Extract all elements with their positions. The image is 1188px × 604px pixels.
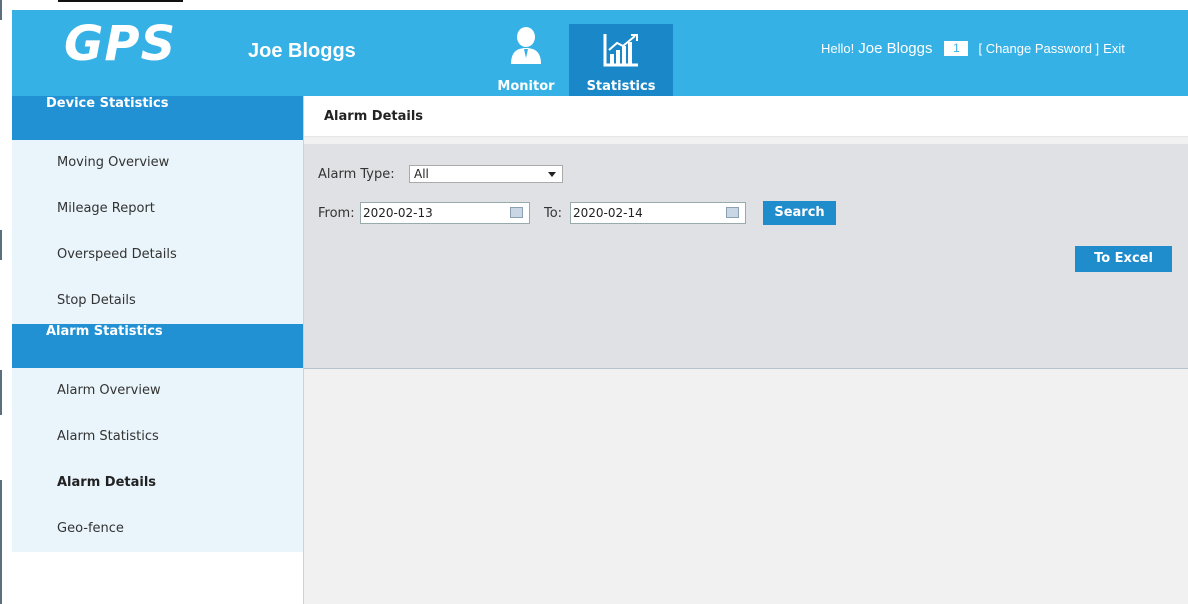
calendar-icon[interactable] [726,207,739,218]
sidebar-item-alarm-overview[interactable]: Alarm Overview [12,368,303,414]
sidebar-item-stop-details[interactable]: Stop Details [12,278,303,324]
main-content: Alarm Details Alarm Type: All From: 2020… [304,96,1188,604]
message-count-badge[interactable]: 1 [944,41,969,56]
to-date-value: 2020-02-14 [573,206,643,220]
logo: GPS [64,16,177,72]
alarm-type-label: Alarm Type: [318,167,395,182]
from-label: From: [318,206,355,221]
greeting-prefix: Hello! [821,41,855,56]
calendar-icon[interactable] [510,207,523,218]
nav-monitor-label: Monitor [497,79,555,94]
sidebar-item-mileage-report[interactable]: Mileage Report [12,186,303,232]
sidebar-item-alarm-statistics[interactable]: Alarm Statistics [12,414,303,460]
to-label: To: [544,206,563,221]
filter-panel: Alarm Type: All From: 2020-02-13 To: 202… [304,144,1188,369]
change-password-link[interactable]: [ Change Password ] [978,41,1099,56]
sidebar-item-overspeed-details[interactable]: Overspeed Details [12,232,303,278]
sidebar-item-moving-overview[interactable]: Moving Overview [12,140,303,186]
sidebar-item-geo-fence[interactable]: Geo-fence [12,506,303,552]
sidebar-heading-alarm-statistics[interactable]: Alarm Statistics [12,324,303,368]
greeting-name: Joe Bloggs [858,40,933,57]
nav-statistics-label: Statistics [586,79,656,94]
user-icon [511,27,541,64]
user-display-name: Joe Bloggs [248,40,356,62]
sidebar-heading-device-statistics[interactable]: Device Statistics [12,96,303,140]
from-date-value: 2020-02-13 [363,206,433,220]
chart-icon [603,34,638,67]
from-date-input[interactable]: 2020-02-13 [360,202,530,224]
alarm-type-select[interactable]: All [409,165,563,183]
greeting-bar: Hello! Joe Bloggs 1 [ Change Password ] … [821,40,1125,57]
page-title: Alarm Details [324,109,424,124]
search-button[interactable]: Search [763,201,836,225]
sidebar-item-alarm-details[interactable]: Alarm Details [12,460,303,506]
top-divider [58,0,183,2]
chevron-down-icon [548,172,556,177]
nav-monitor-button[interactable]: Monitor [474,10,578,96]
export-excel-button[interactable]: To Excel [1075,246,1172,272]
alarm-type-value: All [414,167,429,181]
to-date-input[interactable]: 2020-02-14 [570,202,746,224]
app-header: GPS Joe Bloggs Monitor Statistics Hello!… [12,10,1188,96]
page-title-bar: Alarm Details [304,96,1188,137]
nav-statistics-button[interactable]: Statistics [569,24,673,96]
window-left-edge [0,0,9,604]
sidebar: Device Statistics Moving Overview Mileag… [12,96,304,604]
exit-link[interactable]: Exit [1103,41,1125,56]
